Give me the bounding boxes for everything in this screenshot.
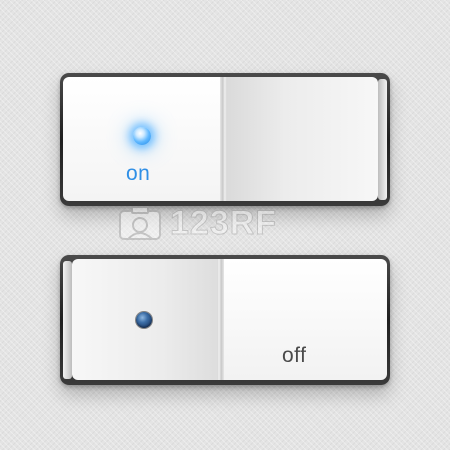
watermark: 123RF xyxy=(118,203,277,243)
rocker-left-half-pressed: on xyxy=(63,77,223,201)
indicator-light-unlit xyxy=(136,312,152,328)
rocker-right-half-pressed: off xyxy=(222,259,387,380)
toggle-switch-off[interactable]: off xyxy=(60,255,390,385)
rocker-edge-shading xyxy=(378,79,387,200)
camera-icon xyxy=(118,205,162,241)
toggle-switch-on[interactable]: on xyxy=(60,73,390,206)
watermark-text: 123RF xyxy=(169,203,278,242)
rocker-edge-shading xyxy=(63,261,72,379)
rocker-right-half-raised xyxy=(223,77,378,201)
rocker-divider xyxy=(217,259,224,380)
rocker-left-half-raised xyxy=(72,259,222,380)
switch-label-off: off xyxy=(282,344,307,367)
indicator-light-lit xyxy=(133,127,151,145)
rocker-divider xyxy=(220,77,227,201)
switch-label-on: on xyxy=(126,162,151,185)
rocker-off[interactable]: off xyxy=(72,259,387,380)
rocker-on[interactable]: on xyxy=(63,77,378,201)
